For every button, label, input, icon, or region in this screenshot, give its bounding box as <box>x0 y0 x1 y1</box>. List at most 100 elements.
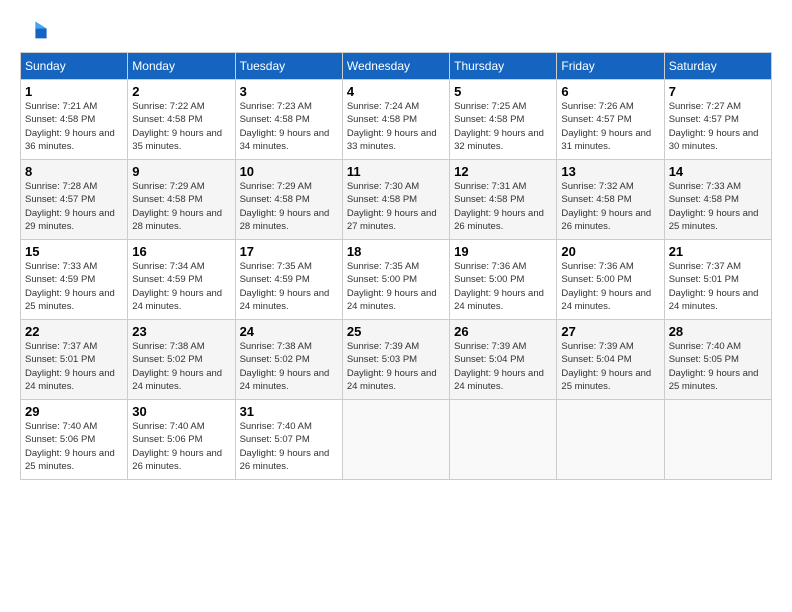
calendar-cell: 8 Sunrise: 7:28 AMSunset: 4:57 PMDayligh… <box>21 160 128 240</box>
day-info: Sunrise: 7:34 AMSunset: 4:59 PMDaylight:… <box>132 261 222 312</box>
day-info: Sunrise: 7:21 AMSunset: 4:58 PMDaylight:… <box>25 101 115 152</box>
day-info: Sunrise: 7:37 AMSunset: 5:01 PMDaylight:… <box>25 341 115 392</box>
calendar-cell: 28 Sunrise: 7:40 AMSunset: 5:05 PMDaylig… <box>664 320 771 400</box>
calendar-cell <box>664 400 771 480</box>
day-number: 10 <box>240 164 338 179</box>
day-number: 20 <box>561 244 659 259</box>
calendar-cell: 14 Sunrise: 7:33 AMSunset: 4:58 PMDaylig… <box>664 160 771 240</box>
header-wednesday: Wednesday <box>342 53 449 80</box>
day-number: 22 <box>25 324 123 339</box>
day-number: 4 <box>347 84 445 99</box>
day-number: 11 <box>347 164 445 179</box>
calendar-cell: 30 Sunrise: 7:40 AMSunset: 5:06 PMDaylig… <box>128 400 235 480</box>
day-number: 5 <box>454 84 552 99</box>
day-info: Sunrise: 7:23 AMSunset: 4:58 PMDaylight:… <box>240 101 330 152</box>
calendar-cell: 2 Sunrise: 7:22 AMSunset: 4:58 PMDayligh… <box>128 80 235 160</box>
header-thursday: Thursday <box>450 53 557 80</box>
day-info: Sunrise: 7:38 AMSunset: 5:02 PMDaylight:… <box>132 341 222 392</box>
calendar-cell: 20 Sunrise: 7:36 AMSunset: 5:00 PMDaylig… <box>557 240 664 320</box>
day-number: 16 <box>132 244 230 259</box>
day-number: 25 <box>347 324 445 339</box>
calendar-cell: 26 Sunrise: 7:39 AMSunset: 5:04 PMDaylig… <box>450 320 557 400</box>
calendar-cell: 19 Sunrise: 7:36 AMSunset: 5:00 PMDaylig… <box>450 240 557 320</box>
day-info: Sunrise: 7:39 AMSunset: 5:03 PMDaylight:… <box>347 341 437 392</box>
day-number: 3 <box>240 84 338 99</box>
day-number: 28 <box>669 324 767 339</box>
day-number: 17 <box>240 244 338 259</box>
day-info: Sunrise: 7:28 AMSunset: 4:57 PMDaylight:… <box>25 181 115 232</box>
day-info: Sunrise: 7:30 AMSunset: 4:58 PMDaylight:… <box>347 181 437 232</box>
day-info: Sunrise: 7:22 AMSunset: 4:58 PMDaylight:… <box>132 101 222 152</box>
calendar-table: SundayMondayTuesdayWednesdayThursdayFrid… <box>20 52 772 480</box>
calendar-cell <box>342 400 449 480</box>
calendar-cell: 31 Sunrise: 7:40 AMSunset: 5:07 PMDaylig… <box>235 400 342 480</box>
header-sunday: Sunday <box>21 53 128 80</box>
calendar-cell: 15 Sunrise: 7:33 AMSunset: 4:59 PMDaylig… <box>21 240 128 320</box>
day-info: Sunrise: 7:40 AMSunset: 5:06 PMDaylight:… <box>132 421 222 472</box>
calendar-header-row: SundayMondayTuesdayWednesdayThursdayFrid… <box>21 53 772 80</box>
day-number: 15 <box>25 244 123 259</box>
day-number: 2 <box>132 84 230 99</box>
day-number: 7 <box>669 84 767 99</box>
week-row-2: 8 Sunrise: 7:28 AMSunset: 4:57 PMDayligh… <box>21 160 772 240</box>
day-info: Sunrise: 7:33 AMSunset: 4:58 PMDaylight:… <box>669 181 759 232</box>
week-row-4: 22 Sunrise: 7:37 AMSunset: 5:01 PMDaylig… <box>21 320 772 400</box>
day-info: Sunrise: 7:35 AMSunset: 4:59 PMDaylight:… <box>240 261 330 312</box>
calendar-cell: 5 Sunrise: 7:25 AMSunset: 4:58 PMDayligh… <box>450 80 557 160</box>
calendar-cell: 9 Sunrise: 7:29 AMSunset: 4:58 PMDayligh… <box>128 160 235 240</box>
day-number: 30 <box>132 404 230 419</box>
day-info: Sunrise: 7:36 AMSunset: 5:00 PMDaylight:… <box>454 261 544 312</box>
logo-icon <box>20 16 48 44</box>
day-info: Sunrise: 7:26 AMSunset: 4:57 PMDaylight:… <box>561 101 651 152</box>
calendar-cell: 18 Sunrise: 7:35 AMSunset: 5:00 PMDaylig… <box>342 240 449 320</box>
day-info: Sunrise: 7:38 AMSunset: 5:02 PMDaylight:… <box>240 341 330 392</box>
week-row-5: 29 Sunrise: 7:40 AMSunset: 5:06 PMDaylig… <box>21 400 772 480</box>
day-info: Sunrise: 7:40 AMSunset: 5:06 PMDaylight:… <box>25 421 115 472</box>
day-info: Sunrise: 7:25 AMSunset: 4:58 PMDaylight:… <box>454 101 544 152</box>
day-info: Sunrise: 7:27 AMSunset: 4:57 PMDaylight:… <box>669 101 759 152</box>
day-number: 1 <box>25 84 123 99</box>
calendar-cell: 24 Sunrise: 7:38 AMSunset: 5:02 PMDaylig… <box>235 320 342 400</box>
day-info: Sunrise: 7:35 AMSunset: 5:00 PMDaylight:… <box>347 261 437 312</box>
calendar-cell: 10 Sunrise: 7:29 AMSunset: 4:58 PMDaylig… <box>235 160 342 240</box>
calendar-cell: 6 Sunrise: 7:26 AMSunset: 4:57 PMDayligh… <box>557 80 664 160</box>
calendar-cell: 7 Sunrise: 7:27 AMSunset: 4:57 PMDayligh… <box>664 80 771 160</box>
day-number: 13 <box>561 164 659 179</box>
day-info: Sunrise: 7:31 AMSunset: 4:58 PMDaylight:… <box>454 181 544 232</box>
day-number: 23 <box>132 324 230 339</box>
day-info: Sunrise: 7:36 AMSunset: 5:00 PMDaylight:… <box>561 261 651 312</box>
calendar-cell: 12 Sunrise: 7:31 AMSunset: 4:58 PMDaylig… <box>450 160 557 240</box>
day-info: Sunrise: 7:39 AMSunset: 5:04 PMDaylight:… <box>454 341 544 392</box>
calendar-cell: 13 Sunrise: 7:32 AMSunset: 4:58 PMDaylig… <box>557 160 664 240</box>
calendar-container: SundayMondayTuesdayWednesdayThursdayFrid… <box>0 0 792 490</box>
calendar-cell: 23 Sunrise: 7:38 AMSunset: 5:02 PMDaylig… <box>128 320 235 400</box>
day-info: Sunrise: 7:32 AMSunset: 4:58 PMDaylight:… <box>561 181 651 232</box>
calendar-cell: 17 Sunrise: 7:35 AMSunset: 4:59 PMDaylig… <box>235 240 342 320</box>
day-number: 27 <box>561 324 659 339</box>
calendar-cell: 1 Sunrise: 7:21 AMSunset: 4:58 PMDayligh… <box>21 80 128 160</box>
header-monday: Monday <box>128 53 235 80</box>
day-info: Sunrise: 7:39 AMSunset: 5:04 PMDaylight:… <box>561 341 651 392</box>
day-info: Sunrise: 7:37 AMSunset: 5:01 PMDaylight:… <box>669 261 759 312</box>
day-number: 26 <box>454 324 552 339</box>
calendar-cell: 16 Sunrise: 7:34 AMSunset: 4:59 PMDaylig… <box>128 240 235 320</box>
calendar-cell: 22 Sunrise: 7:37 AMSunset: 5:01 PMDaylig… <box>21 320 128 400</box>
day-number: 18 <box>347 244 445 259</box>
day-number: 6 <box>561 84 659 99</box>
day-info: Sunrise: 7:33 AMSunset: 4:59 PMDaylight:… <box>25 261 115 312</box>
calendar-cell <box>557 400 664 480</box>
calendar-cell: 27 Sunrise: 7:39 AMSunset: 5:04 PMDaylig… <box>557 320 664 400</box>
header-saturday: Saturday <box>664 53 771 80</box>
day-info: Sunrise: 7:40 AMSunset: 5:05 PMDaylight:… <box>669 341 759 392</box>
calendar-cell: 4 Sunrise: 7:24 AMSunset: 4:58 PMDayligh… <box>342 80 449 160</box>
day-info: Sunrise: 7:29 AMSunset: 4:58 PMDaylight:… <box>132 181 222 232</box>
header-friday: Friday <box>557 53 664 80</box>
week-row-3: 15 Sunrise: 7:33 AMSunset: 4:59 PMDaylig… <box>21 240 772 320</box>
header-tuesday: Tuesday <box>235 53 342 80</box>
logo <box>20 16 52 44</box>
calendar-header <box>20 16 772 44</box>
day-number: 31 <box>240 404 338 419</box>
day-number: 12 <box>454 164 552 179</box>
calendar-cell: 25 Sunrise: 7:39 AMSunset: 5:03 PMDaylig… <box>342 320 449 400</box>
calendar-cell: 21 Sunrise: 7:37 AMSunset: 5:01 PMDaylig… <box>664 240 771 320</box>
